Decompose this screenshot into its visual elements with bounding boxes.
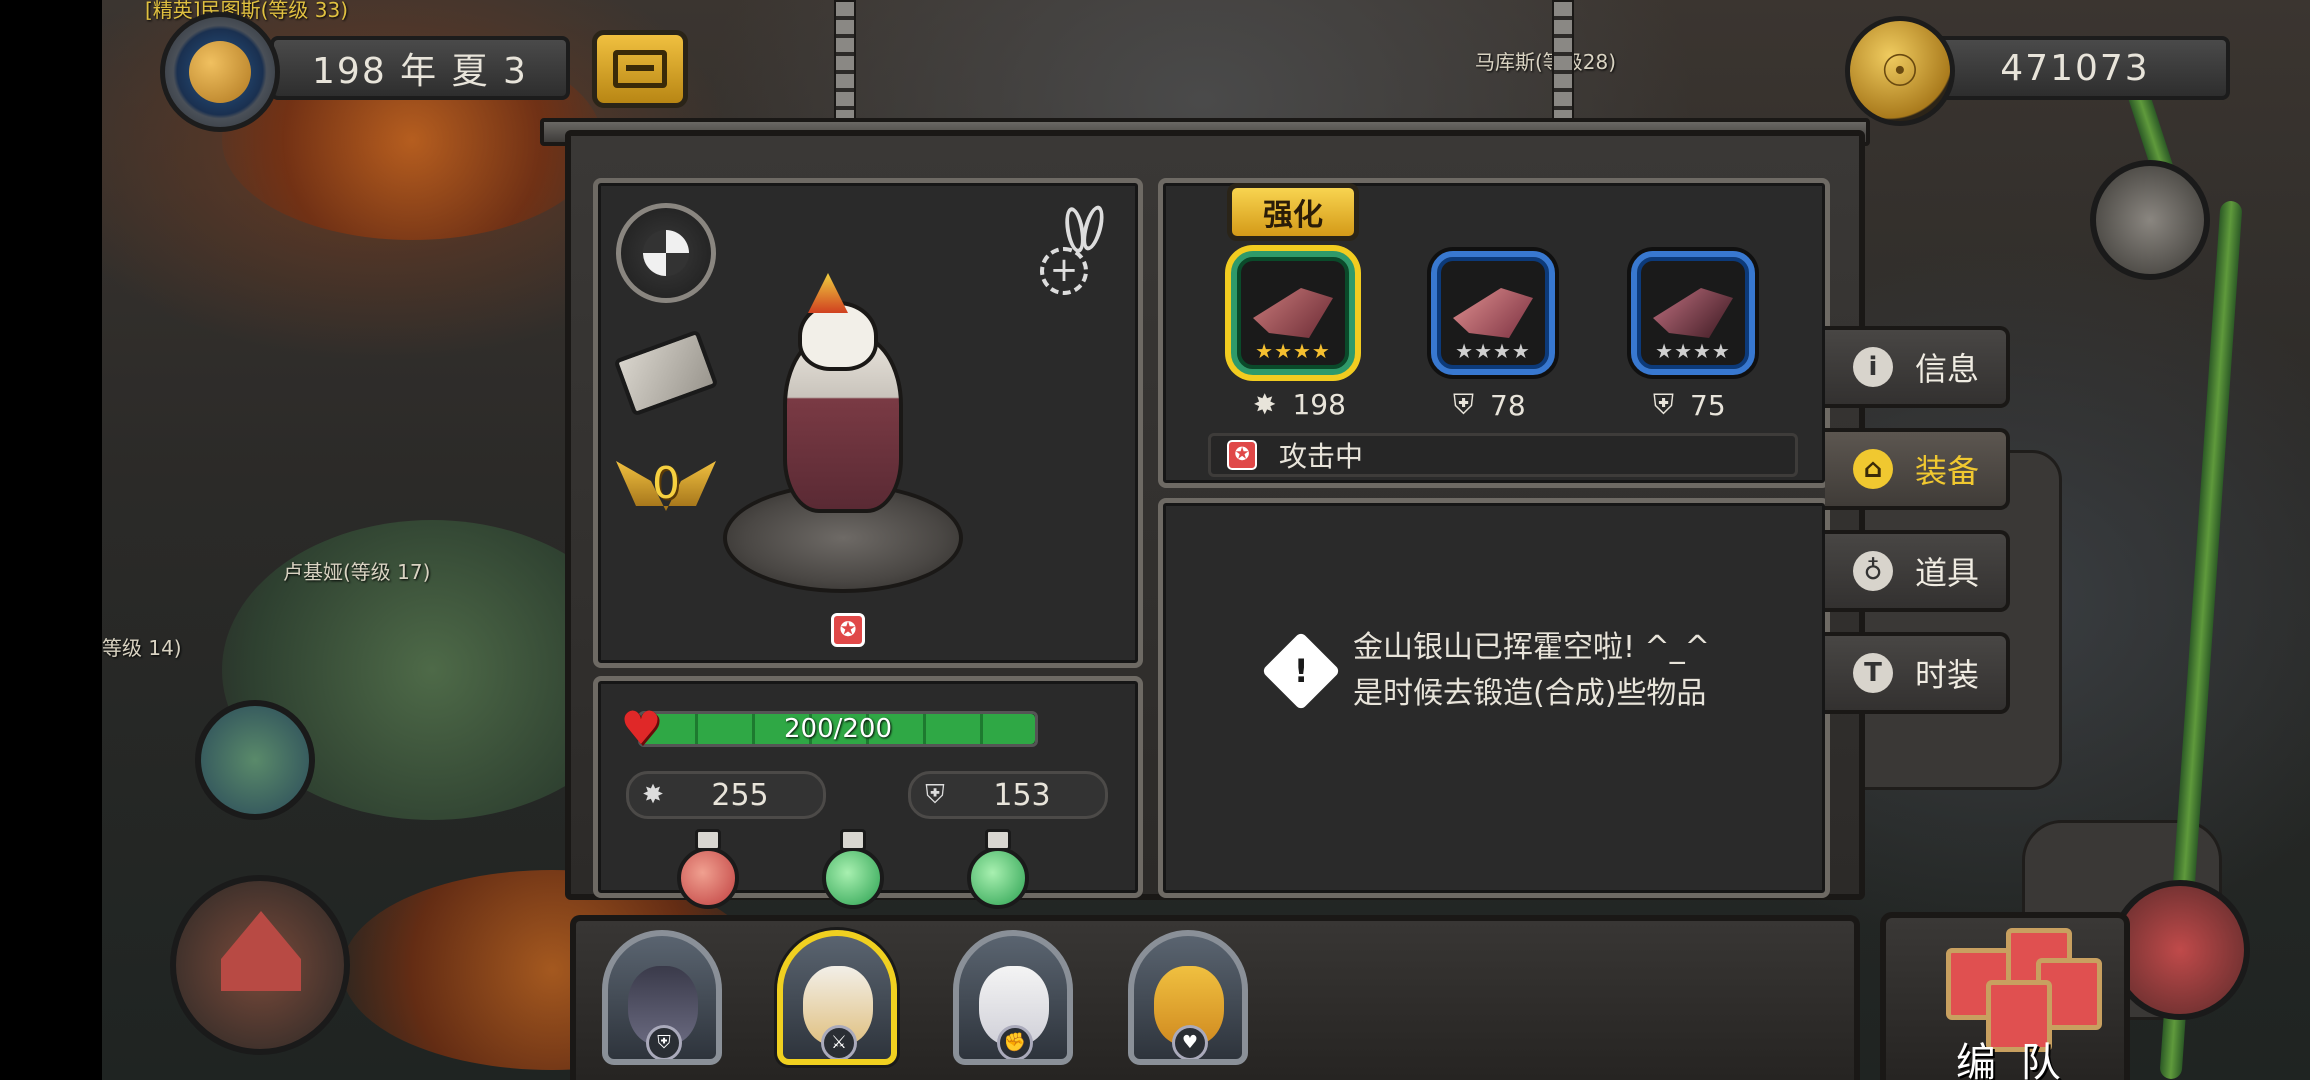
map-location-button[interactable] xyxy=(195,700,315,820)
menu-icon xyxy=(613,50,667,88)
message-line-1: 金山银山已挥霍空啦! ^_^ xyxy=(1353,630,1710,665)
gold-coin-icon: ☉ xyxy=(1845,16,1955,126)
strengthen-button[interactable]: 强化 xyxy=(1227,183,1359,241)
telescope-map-icon[interactable] xyxy=(613,323,719,423)
green-potion[interactable] xyxy=(963,829,1033,909)
attack-icon: ✸ xyxy=(642,780,664,810)
bunny-plus-icon: + xyxy=(1040,247,1088,295)
defense-value: 153 xyxy=(993,777,1051,813)
star-rating: ★★★★ xyxy=(1255,339,1331,363)
hero-portrait-leopard[interactable]: ♥ xyxy=(1128,930,1248,1065)
team-label: 编 队 xyxy=(1956,1040,2067,1080)
tab-info[interactable]: i 信息 xyxy=(1825,326,2010,408)
menu-toggle-button[interactable] xyxy=(592,30,688,108)
hp-bar: 200/200 xyxy=(638,711,1038,747)
message-line-2: 是时候去锻造(合成)些物品 xyxy=(1353,676,1707,711)
hero-portrait-pirate-wolf[interactable]: ⛨ xyxy=(602,930,722,1065)
hanging-chain xyxy=(834,0,856,120)
warning-icon: ! xyxy=(1261,631,1341,711)
team-formation-button[interactable]: 编 队 xyxy=(1880,912,2130,1080)
equip-stat: ⛨ 75 xyxy=(1653,388,1726,422)
heal-class-icon: ♥ xyxy=(1172,1025,1208,1059)
red-potion-bag[interactable] xyxy=(673,829,743,909)
defense-stat: ⛨ 153 xyxy=(908,771,1108,819)
map-unit-label[interactable]: 马库斯(等级28) xyxy=(1475,46,1616,75)
star-rating: ★★★★ xyxy=(1655,339,1731,363)
shirt-icon: T xyxy=(1853,653,1893,693)
message-panel: ! 金山银山已挥霍空啦! ^_^ 是时候去锻造(合成)些物品 xyxy=(1158,498,1830,898)
armor-icon xyxy=(1453,288,1533,338)
gauntlet-icon xyxy=(1653,288,1733,338)
hero-portrait-polar-bear[interactable]: ✊ xyxy=(953,930,1073,1065)
season-emblem[interactable] xyxy=(160,12,280,132)
lantern-building-button[interactable] xyxy=(2090,160,2210,280)
gold-amount: 471073 xyxy=(1920,36,2230,100)
house-building-button[interactable] xyxy=(170,875,350,1055)
equip-stat: ⛨ 78 xyxy=(1453,388,1526,422)
equipment-slots-panel: ★★★★ 强化 ✸ 198 ★★★★ ⛨ 78 ★★★★ ⛨ 75 ✪ 攻击中 xyxy=(1158,178,1830,488)
fist-class-icon: ✊ xyxy=(997,1025,1033,1059)
character-crest xyxy=(808,273,848,313)
equip-stat: ✸ 198 xyxy=(1253,388,1346,421)
rank-wings-badge[interactable]: 0 xyxy=(616,433,716,533)
moon-sun-icon xyxy=(189,41,251,103)
defense-icon: ⛨ xyxy=(925,779,945,810)
status-text: 攻击中 xyxy=(1279,440,1364,473)
house-icon xyxy=(221,911,301,991)
map-unit-label[interactable]: 等级 14) xyxy=(102,632,182,661)
star-rating: ★★★★ xyxy=(1455,339,1531,363)
map-unit-label[interactable]: 卢基娅(等级 17) xyxy=(283,556,430,585)
combat-status: ✪ 攻击中 xyxy=(1208,433,1798,477)
rank-number: 0 xyxy=(652,457,680,509)
tab-equipment[interactable]: ⌂ 装备 xyxy=(1825,428,2010,510)
heart-icon: ♥ xyxy=(620,701,662,755)
character-stats: 200/200 ♥ ✸ 255 ⛨ 153 xyxy=(593,676,1143,909)
crossbow-icon xyxy=(1253,288,1333,338)
date-display: 198 年 夏 3 xyxy=(270,36,570,100)
tab-fashion[interactable]: T 时装 xyxy=(1825,632,2010,714)
hanging-chain xyxy=(1552,0,1574,120)
class-gear-icon[interactable] xyxy=(616,203,716,303)
shield-class-icon: ⛨ xyxy=(646,1025,682,1059)
equip-slot-armor[interactable]: ★★★★ xyxy=(1431,251,1555,375)
character-equipment-panel: 0 + ✪ 200/200 ♥ ✸ 255 ⛨ 153 ★★★★ 强化 ✸ 19… xyxy=(565,130,1865,909)
attack-stat: ✸ 255 xyxy=(626,771,826,819)
message-text: 金山银山已挥霍空啦! ^_^ 是时候去锻造(合成)些物品 xyxy=(1353,625,1710,717)
defense-icon: ⛨ xyxy=(1653,388,1675,421)
bag-icon: ♁ xyxy=(1853,551,1893,591)
equip-slot-accessory[interactable]: ★★★★ xyxy=(1631,251,1755,375)
bow-class-icon: ⚔ xyxy=(821,1025,857,1059)
target-status-icon: ✪ xyxy=(1227,440,1257,470)
hero-portrait-eagle[interactable]: ⚔ xyxy=(777,930,897,1065)
info-icon: i xyxy=(1853,347,1893,387)
attack-icon: ✸ xyxy=(1253,388,1277,421)
character-display: 0 + ✪ xyxy=(593,178,1143,668)
helmet-icon: ⌂ xyxy=(1853,449,1893,489)
defense-icon: ⛨ xyxy=(1453,388,1475,421)
add-pet-button[interactable]: + xyxy=(1026,201,1126,301)
attack-value: 255 xyxy=(711,777,769,813)
shop-button[interactable] xyxy=(2110,880,2250,1020)
target-status-icon: ✪ xyxy=(831,613,865,647)
equip-slot-weapon[interactable]: ★★★★ xyxy=(1231,251,1355,375)
hp-value: 200/200 xyxy=(783,714,892,744)
green-potion[interactable] xyxy=(818,829,888,909)
tab-items[interactable]: ♁ 道具 xyxy=(1825,530,2010,612)
